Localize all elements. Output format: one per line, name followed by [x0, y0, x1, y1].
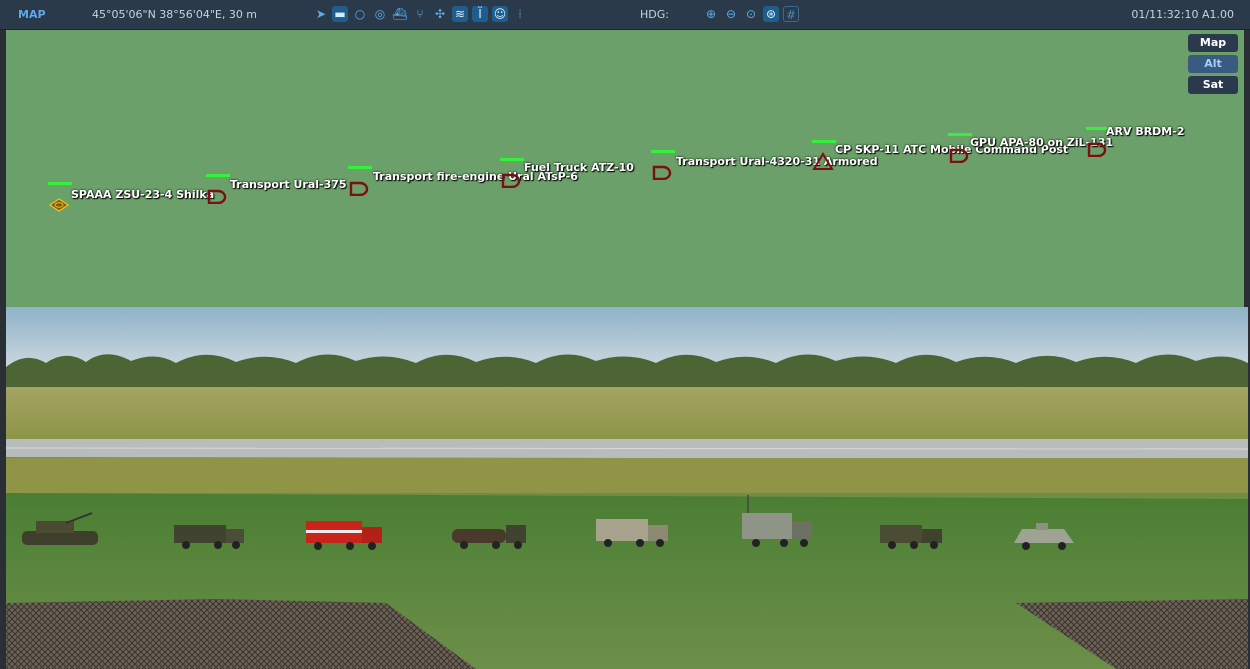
airfield-scene: [6, 307, 1248, 669]
unit-marker-fuel-truck[interactable]: Fuel Truck ATZ-10: [500, 158, 650, 188]
chat-icon[interactable]: ☺: [492, 6, 508, 22]
zoom-in-icon[interactable]: ⊕: [703, 6, 719, 22]
map-title: MAP: [18, 8, 46, 21]
unit-health-bar: [812, 140, 836, 143]
unit-marker-ural-375[interactable]: Transport Ural-375: [206, 174, 366, 204]
vehicle-icon: [207, 189, 227, 204]
circle-icon[interactable]: ○: [352, 6, 368, 22]
unit-label: Transport Ural-375: [230, 178, 347, 191]
unit-marker-brdm[interactable]: ARV BRDM-2: [1086, 125, 1226, 157]
vehicle-icon: [349, 181, 369, 196]
globe-icon[interactable]: ⊛: [763, 6, 779, 22]
mid-field: [6, 458, 1248, 493]
unit-health-bar: [348, 166, 372, 169]
mission-clock: 01/11:32:10 A1.00: [1131, 8, 1234, 21]
target-icon[interactable]: ✣: [432, 6, 448, 22]
tower-icon[interactable]: Ї: [472, 6, 488, 22]
vehicle-icon: [1087, 142, 1107, 157]
heading-label: HDG:: [640, 8, 669, 21]
layers-icon[interactable]: ◎: [372, 6, 388, 22]
grid-icon[interactable]: #: [783, 6, 799, 22]
unit-label: Fuel Truck ATZ-10: [524, 161, 634, 174]
select-arrow-icon[interactable]: ➤: [313, 6, 329, 22]
ship-icon[interactable]: ⛴: [392, 6, 408, 22]
zoom-fit-icon[interactable]: ⊙: [743, 6, 759, 22]
layer-button-sat[interactable]: Sat: [1188, 76, 1238, 94]
unit-health-bar: [48, 182, 72, 185]
unit-health-bar: [500, 158, 524, 161]
unit-health-bar: [206, 174, 230, 177]
unit-label: SPAAA ZSU-23-4 Shilka: [71, 188, 215, 201]
zoom-out-icon[interactable]: ⊖: [723, 6, 739, 22]
unit-label: ARV BRDM-2: [1106, 125, 1185, 138]
far-field: [6, 387, 1248, 439]
layer-button-alt[interactable]: Alt: [1188, 55, 1238, 73]
cursor-coordinates: 45°05'06"N 38°56'04"E, 30 m: [92, 8, 258, 21]
unit-health-bar: [948, 133, 972, 136]
measure-ruler-icon[interactable]: ▬: [332, 6, 348, 22]
route-icon[interactable]: ⑂: [412, 6, 428, 22]
vehicle-icon: [501, 173, 521, 188]
map-toolbar: MAP 45°05'06"N 38°56'04"E, 30 m ➤ ▬ ○ ◎ …: [0, 0, 1250, 30]
treeline: [6, 354, 1248, 391]
vehicle-icon: [652, 165, 672, 180]
map-view[interactable]: Map Alt Sat SPAAA ZSU-23-4 Shilka Transp…: [6, 30, 1244, 307]
unit-health-bar: [651, 150, 675, 153]
air-defense-icon: [48, 198, 70, 212]
units-icon[interactable]: ⁞: [512, 6, 528, 22]
command-post-icon: [812, 152, 834, 170]
layer-button-map[interactable]: Map: [1188, 34, 1238, 52]
radio-icon[interactable]: ≋: [452, 6, 468, 22]
scene-view[interactable]: [6, 307, 1248, 669]
vehicle-icon: [949, 148, 969, 163]
